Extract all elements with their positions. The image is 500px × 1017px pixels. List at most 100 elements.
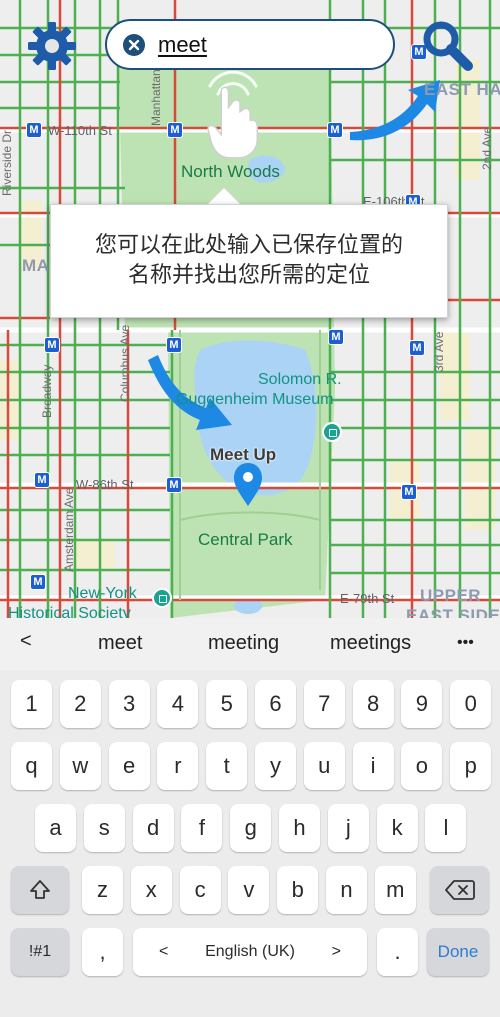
- key-q[interactable]: q: [11, 742, 52, 790]
- metro-station-icon[interactable]: M: [327, 122, 343, 138]
- key-d[interactable]: d: [132, 804, 174, 852]
- metro-station-icon[interactable]: M: [34, 472, 50, 488]
- metro-station-icon[interactable]: M: [167, 122, 183, 138]
- key-r[interactable]: r: [157, 742, 199, 790]
- map-view[interactable]: W-110th St E-106th St W-86th St E-79th S…: [0, 0, 500, 618]
- settings-button[interactable]: [26, 20, 78, 72]
- backspace-key[interactable]: [430, 866, 489, 914]
- museum-icon[interactable]: [152, 588, 172, 608]
- key-i[interactable]: i: [352, 742, 394, 790]
- key-0[interactable]: 0: [450, 680, 492, 728]
- street-label: E-79th St: [340, 591, 395, 606]
- metro-station-icon[interactable]: M: [401, 484, 417, 500]
- suggestion-item[interactable]: meeting: [208, 632, 279, 655]
- soft-keyboard: < meet meeting meetings ••• 1234567890 qw…: [0, 618, 500, 1017]
- key-b[interactable]: b: [277, 866, 319, 914]
- key-5[interactable]: 5: [206, 680, 248, 728]
- key-y[interactable]: y: [255, 742, 296, 790]
- app-screen: W-110th St E-106th St W-86th St E-79th S…: [0, 0, 500, 1017]
- shift-icon: [30, 880, 50, 899]
- key-8[interactable]: 8: [352, 680, 394, 728]
- key-x[interactable]: x: [130, 866, 172, 914]
- key-t[interactable]: t: [206, 742, 248, 790]
- metro-station-icon[interactable]: M: [166, 337, 182, 353]
- key-o[interactable]: o: [401, 742, 443, 790]
- space-key[interactable]: < English (UK) >: [133, 928, 367, 976]
- tooltip-caret: [207, 188, 241, 205]
- shift-key[interactable]: [11, 866, 69, 914]
- key-f[interactable]: f: [181, 804, 223, 852]
- language-label: English (UK): [205, 943, 295, 960]
- key-v[interactable]: v: [228, 866, 270, 914]
- museum-icon[interactable]: [322, 422, 342, 442]
- street-label: W-86th St: [76, 477, 134, 492]
- poi-label-nyhs-line1: New-York: [68, 585, 137, 602]
- street-label: Broadway: [40, 364, 54, 418]
- search-field[interactable]: meet: [105, 19, 395, 70]
- district-label: UPPER: [420, 586, 482, 605]
- marker-label: Meet Up: [210, 445, 277, 464]
- key-6[interactable]: 6: [255, 680, 296, 728]
- key-k[interactable]: k: [376, 804, 418, 852]
- key-c[interactable]: c: [179, 866, 221, 914]
- search-input[interactable]: meet: [158, 32, 207, 58]
- key-w[interactable]: w: [59, 742, 101, 790]
- metro-station-icon[interactable]: M: [26, 122, 42, 138]
- more-options-button[interactable]: •••: [457, 634, 474, 652]
- search-button[interactable]: [419, 17, 475, 73]
- symbols-key[interactable]: !#1: [11, 928, 69, 976]
- tutorial-tooltip: 您可以在此处输入已保存位置的 名称并找出您所需的定位: [50, 204, 448, 318]
- metro-station-icon[interactable]: M: [30, 574, 46, 590]
- metro-station-icon[interactable]: M: [328, 329, 344, 345]
- gear-icon: [28, 22, 76, 70]
- street-label: Riverside Dr: [0, 129, 14, 196]
- street-label: 2nd Ave: [480, 126, 494, 170]
- street-label: 3rd Ave: [432, 331, 446, 372]
- key-9[interactable]: 9: [401, 680, 443, 728]
- suggestion-item[interactable]: meetings: [330, 632, 411, 655]
- lang-next-arrow: >: [331, 943, 341, 960]
- tooltip-line: 您可以在此处输入已保存位置的: [94, 233, 403, 258]
- key-j[interactable]: j: [327, 804, 369, 852]
- key-s[interactable]: s: [83, 804, 125, 852]
- key-l[interactable]: l: [425, 804, 467, 852]
- poi-label-guggenheim-line2: Guggenheim Museum: [176, 391, 334, 408]
- district-label: EAST SIDE: [406, 606, 500, 618]
- close-icon: [128, 39, 140, 51]
- lang-prev-arrow: <: [159, 943, 169, 960]
- suggestions-back-button[interactable]: <: [20, 630, 32, 653]
- district-label: EAST HA: [424, 80, 500, 99]
- key-1[interactable]: 1: [11, 680, 52, 728]
- street-label: Amsterdam Ave: [62, 487, 76, 572]
- suggestion-item[interactable]: meet: [98, 632, 142, 655]
- tooltip-line: 名称并找出您所需的定位: [127, 263, 370, 288]
- poi-label-nyhs-line2: Historical Society: [8, 605, 131, 618]
- street-label: Columbus Ave: [118, 324, 132, 402]
- key-n[interactable]: n: [326, 866, 367, 914]
- backspace-icon: [444, 880, 475, 900]
- key-7[interactable]: 7: [303, 680, 345, 728]
- clear-search-button[interactable]: [123, 34, 145, 56]
- key-e[interactable]: e: [108, 742, 150, 790]
- key-2[interactable]: 2: [59, 680, 101, 728]
- magnifier-icon: [423, 21, 473, 71]
- key-m[interactable]: m: [374, 866, 416, 914]
- key-u[interactable]: u: [303, 742, 345, 790]
- key-g[interactable]: g: [230, 804, 272, 852]
- period-key[interactable]: .: [377, 928, 418, 976]
- key-p[interactable]: p: [450, 742, 492, 790]
- key-z[interactable]: z: [82, 866, 123, 914]
- key-h[interactable]: h: [279, 804, 320, 852]
- key-4[interactable]: 4: [157, 680, 199, 728]
- metro-station-icon[interactable]: M: [44, 337, 60, 353]
- park-label-central-park: Central Park: [198, 530, 293, 549]
- key-a[interactable]: a: [35, 804, 76, 852]
- done-key[interactable]: Done: [427, 928, 489, 976]
- district-label: MA: [22, 256, 50, 275]
- key-3[interactable]: 3: [108, 680, 150, 728]
- comma-key[interactable]: ,: [82, 928, 123, 976]
- suggestion-bar: < meet meeting meetings •••: [0, 618, 500, 670]
- metro-station-icon[interactable]: M: [166, 477, 182, 493]
- poi-label-guggenheim-line1: Solomon R.: [258, 371, 342, 388]
- metro-station-icon[interactable]: M: [409, 340, 425, 356]
